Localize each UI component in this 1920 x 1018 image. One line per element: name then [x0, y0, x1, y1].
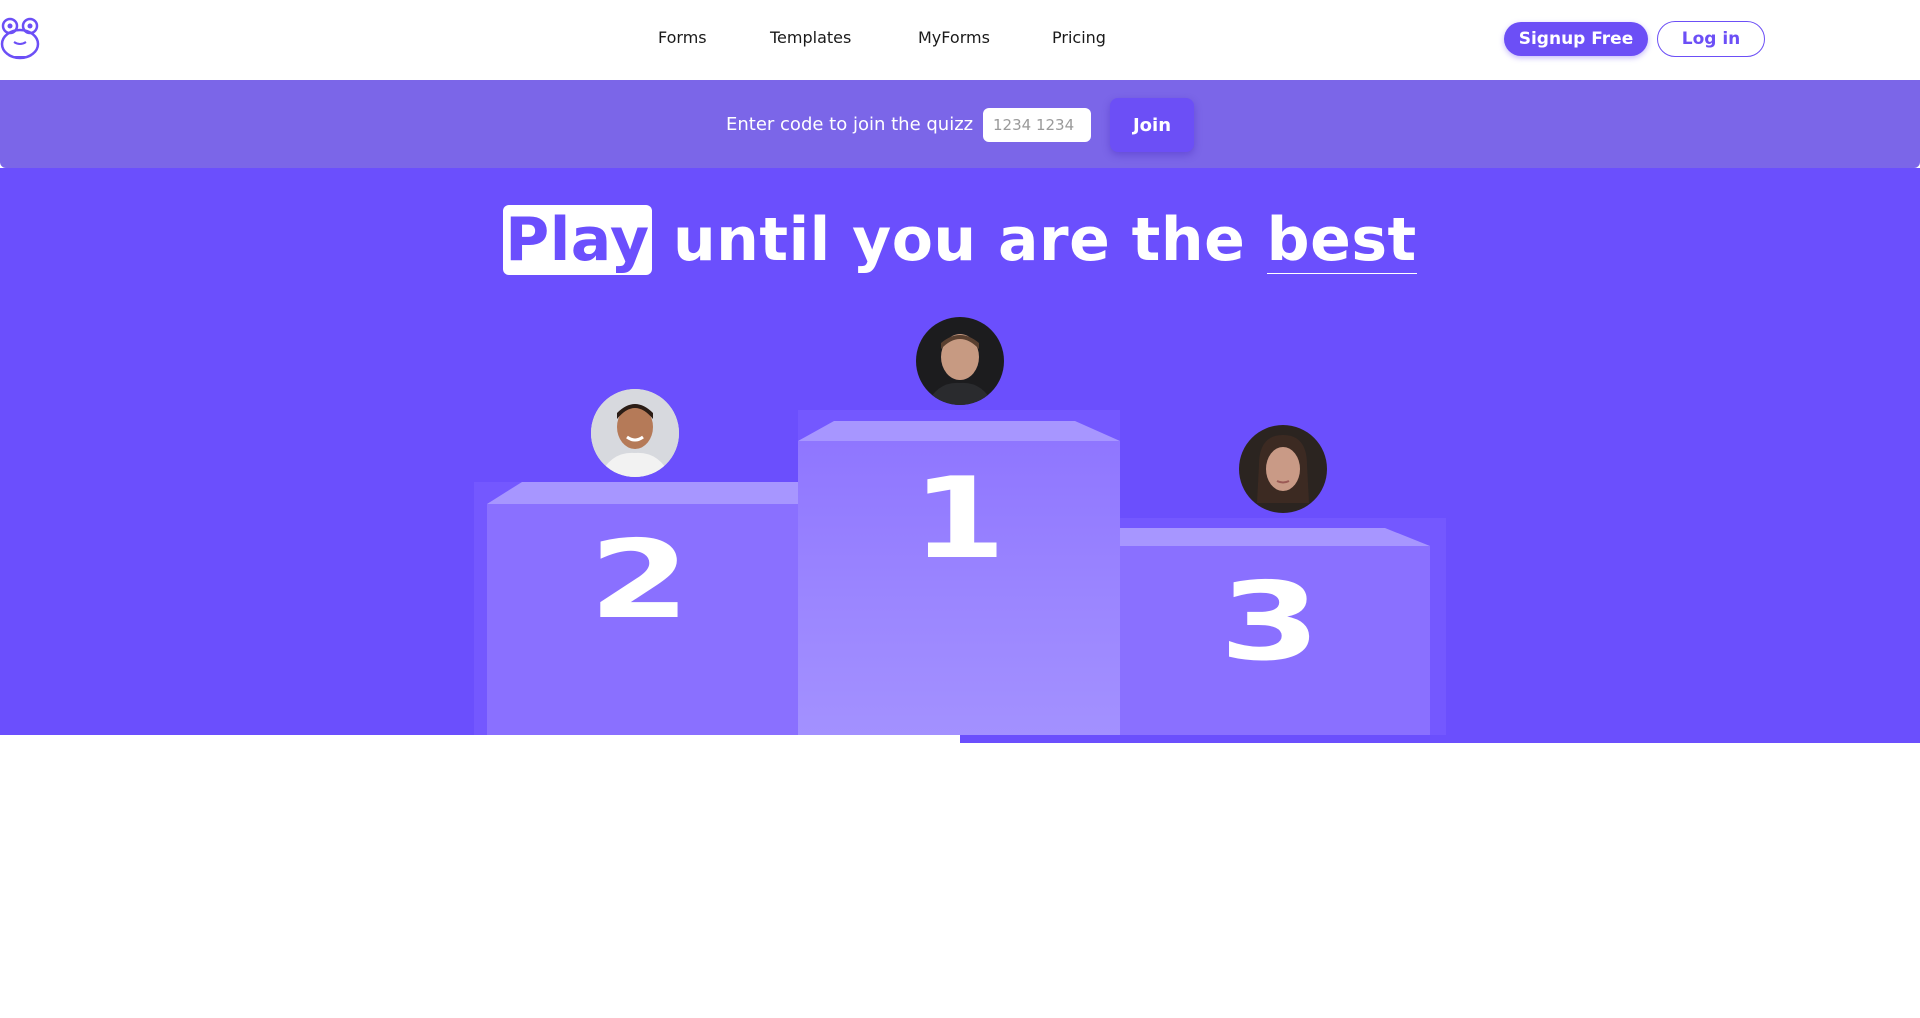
headline-play-highlight: Play — [503, 205, 652, 275]
nav-myforms-link[interactable]: MyForms — [918, 28, 990, 47]
hero-headline: Play until you are the best — [0, 205, 1920, 275]
join-code-label: Enter code to join the quizz — [726, 114, 974, 135]
join-button[interactable]: Join — [1110, 98, 1194, 152]
hero-section: Play until you are the best 2 1 3 — [0, 168, 1920, 735]
podium-first-top — [798, 421, 1120, 441]
nav-pricing-link[interactable]: Pricing — [1052, 28, 1106, 47]
join-quiz-bar: Enter code to join the quizz Join — [0, 80, 1920, 168]
frog-logo-icon[interactable] — [0, 16, 46, 62]
headline-middle-text: until you are the — [651, 205, 1267, 275]
login-button[interactable]: Log in — [1657, 21, 1765, 57]
podium-second-top — [487, 482, 799, 504]
headline-best-underlined: best — [1266, 205, 1417, 275]
quiz-code-input[interactable] — [983, 108, 1091, 142]
second-place-avatar — [591, 389, 679, 477]
top-header: Forms Templates MyForms Pricing Signup F… — [0, 0, 1920, 80]
first-place-avatar — [916, 317, 1004, 405]
signup-button[interactable]: Signup Free — [1504, 22, 1648, 56]
nav-forms-link[interactable]: Forms — [658, 28, 707, 47]
nav-templates-link[interactable]: Templates — [770, 28, 851, 47]
hero-bottom-strip — [960, 735, 1920, 743]
podium-third-number: 3 — [1219, 560, 1321, 685]
podium-third-top — [1120, 528, 1430, 546]
third-place-avatar — [1239, 425, 1327, 513]
